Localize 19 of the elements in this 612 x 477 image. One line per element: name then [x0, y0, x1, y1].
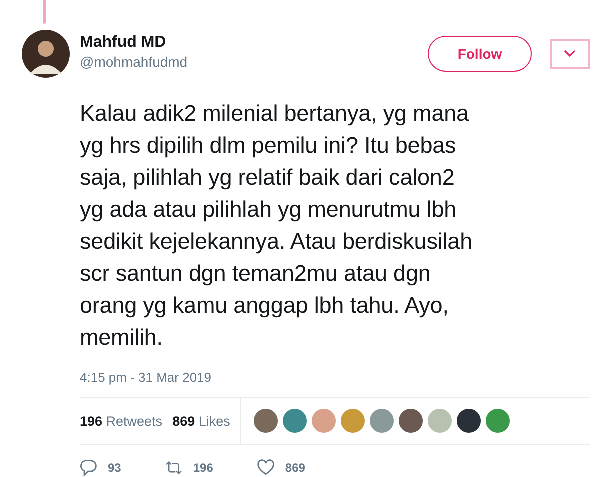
avatar[interactable]: [22, 30, 70, 78]
action-count: 196: [193, 461, 214, 475]
retweet-icon[interactable]: [165, 459, 184, 477]
liker-avatar[interactable]: [457, 409, 482, 433]
stat-link[interactable]: 869 Likes: [172, 414, 230, 428]
action-count: 93: [108, 461, 122, 475]
chevron-down-icon: [564, 50, 576, 58]
author-handle[interactable]: @mohmahfudmd: [80, 54, 418, 70]
thread-line: [43, 0, 46, 24]
author-name[interactable]: Mahfud MD: [80, 34, 418, 52]
liker-avatar[interactable]: [399, 409, 424, 433]
follow-button[interactable]: Follow: [428, 36, 532, 72]
stat-link[interactable]: 196 Retweets: [80, 414, 163, 428]
timestamp[interactable]: 4:15 pm - 31 Mar 2019: [80, 370, 590, 385]
more-button[interactable]: [550, 39, 590, 69]
tweet-text: Kalau adik2 milenial bertanya, yg mana yg hrs dipilih dlm pemilu ini? Itu bebas saja, pilihlah yg relatif baik dari calon2 yg ada atau pilihlah yg menurutmu lbh sedikit kejelekannya. Atau berdiskusilah scr santun dgn teman2mu atau dgn orang yg kamu anggap lbh tahu. Ayo, memilih.: [80, 100, 474, 352]
action-count: 869: [285, 461, 306, 475]
reply-icon[interactable]: [80, 459, 98, 477]
heart-icon[interactable]: [257, 459, 276, 477]
